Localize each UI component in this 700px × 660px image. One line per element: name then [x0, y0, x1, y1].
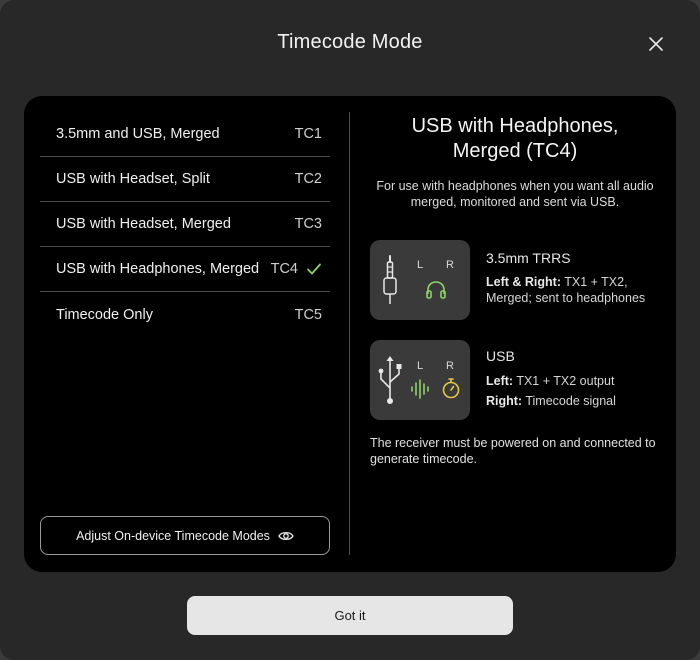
- left-channel-label: L: [417, 360, 424, 372]
- mode-detail-panel: USB with Headphones, Merged (TC4) For us…: [370, 114, 660, 466]
- usb-icon: [378, 356, 402, 404]
- mode-label: Timecode Only: [56, 306, 153, 323]
- stopwatch-icon: [442, 378, 460, 399]
- connection-trrs: L R 3.5mm TRRS Left & Right: TX1 + TX2, …: [370, 240, 660, 320]
- panel-divider: [349, 112, 350, 555]
- mode-list: 3.5mm and USB, Merged TC1 USB with Heads…: [40, 112, 330, 337]
- mode-item-tc5[interactable]: Timecode Only TC5: [40, 292, 330, 337]
- close-icon: [649, 37, 663, 51]
- mode-code: TC3: [294, 216, 322, 232]
- close-button[interactable]: [644, 32, 668, 56]
- mode-label: USB with Headset, Split: [56, 171, 210, 187]
- mode-label: USB with Headphones, Merged: [56, 261, 260, 277]
- detail-title: USB with Headphones, Merged (TC4): [370, 114, 660, 164]
- mode-item-tc4[interactable]: USB with Headphones, Merged TC4: [40, 247, 330, 292]
- mode-code: TC2: [294, 171, 322, 187]
- connection-name: USB: [486, 348, 515, 364]
- mode-code: TC4: [270, 261, 298, 277]
- left-channel-label: L: [417, 259, 424, 271]
- checkmark-icon: [306, 262, 322, 276]
- mode-code: TC1: [294, 126, 322, 142]
- right-channel-label: R: [446, 360, 454, 372]
- connection-line1: Left: TX1 + TX2 output: [486, 374, 615, 388]
- connection-trrs-diagram: L R: [370, 240, 470, 320]
- detail-description: For use with headphones when you want al…: [376, 179, 654, 209]
- right-channel-label: R: [446, 259, 454, 271]
- connection-name: 3.5mm TRRS: [486, 250, 571, 266]
- dialog-title: Timecode Mode: [277, 31, 423, 53]
- mode-label: USB with Headset, Merged: [56, 216, 231, 232]
- got-it-button[interactable]: Got it: [187, 596, 513, 635]
- connection-usb: L R USB Left: TX1 + TX2 output Right: Ti…: [370, 340, 660, 420]
- headphones-icon: [426, 281, 446, 299]
- mode-item-tc3[interactable]: USB with Headset, Merged TC3: [40, 202, 330, 247]
- mode-item-tc1[interactable]: 3.5mm and USB, Merged TC1: [40, 112, 330, 157]
- eye-icon: [278, 531, 294, 540]
- connection-line2: Right: Timecode signal: [486, 394, 616, 408]
- detail-title-line1: USB with Headphones,: [411, 115, 619, 137]
- timecode-mode-dialog: Timecode Mode 3.5mm and USB, Merged TC1 …: [0, 0, 700, 660]
- connection-usb-diagram: L R: [370, 340, 470, 420]
- adjust-timecode-modes-button[interactable]: Adjust On-device Timecode Modes: [40, 516, 330, 555]
- connection-line1: Left & Right: TX1 + TX2,: [486, 275, 628, 289]
- audio-waveform-icon: [411, 379, 429, 399]
- mode-code: TC5: [294, 306, 322, 323]
- mode-item-tc2[interactable]: USB with Headset, Split TC2: [40, 157, 330, 202]
- detail-title-line2: Merged (TC4): [452, 140, 578, 162]
- connection-line2: Merged; sent to headphones: [486, 291, 646, 305]
- mode-label: 3.5mm and USB, Merged: [56, 126, 220, 142]
- mode-card: 3.5mm and USB, Merged TC1 USB with Heads…: [24, 96, 676, 572]
- receiver-note: The receiver must be powered on and conn…: [370, 436, 656, 466]
- trrs-jack-icon: [383, 255, 397, 304]
- adjust-label: Adjust On-device Timecode Modes: [76, 528, 270, 543]
